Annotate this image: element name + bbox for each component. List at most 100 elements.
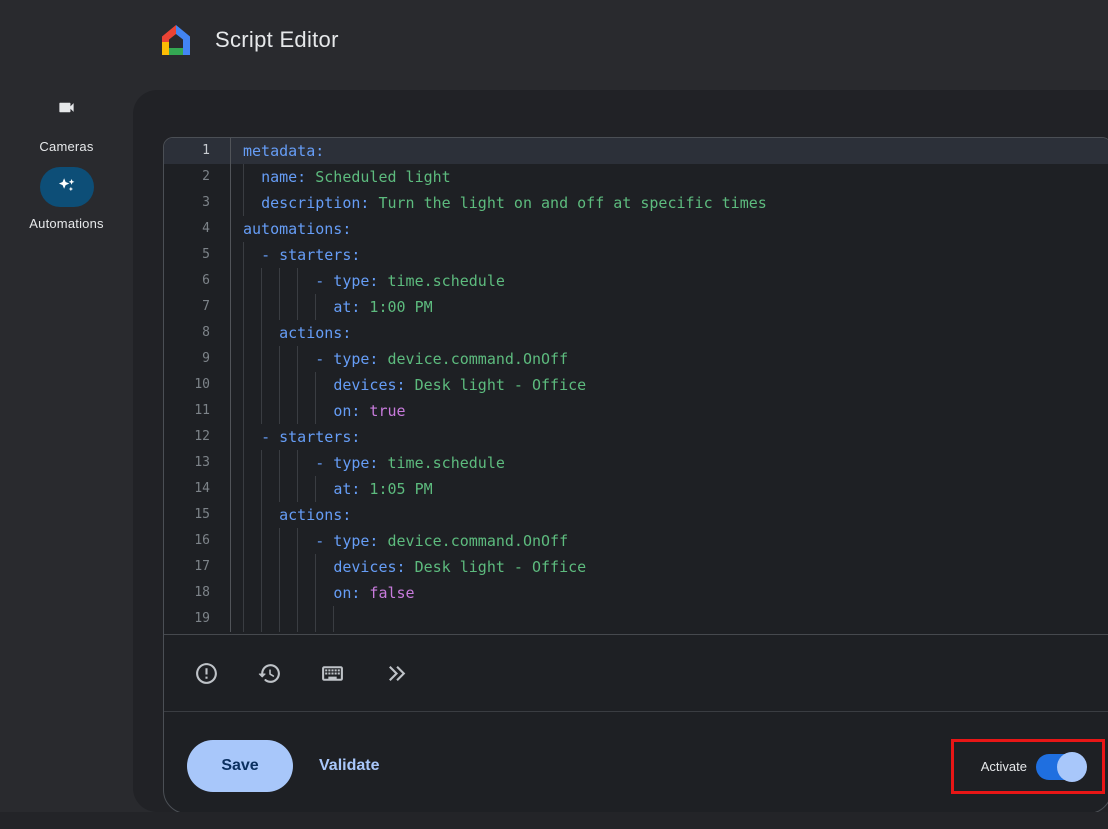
indent-guide <box>279 476 280 502</box>
line-number: 18 <box>164 580 231 606</box>
code-token: actions: <box>279 506 351 524</box>
code-token: actions: <box>279 324 351 342</box>
indent-guide <box>333 606 334 632</box>
sparkle-icon <box>56 174 77 200</box>
code-token <box>243 376 333 394</box>
code-line[interactable]: 5 - starters: <box>164 242 1108 268</box>
line-content: actions: <box>231 502 1108 528</box>
code-token: - starters: <box>261 428 360 446</box>
sidebar-item-cameras[interactable]: Cameras <box>39 90 93 154</box>
toggle-thumb <box>1057 752 1087 782</box>
code-line[interactable]: 3 description: Turn the light on and off… <box>164 190 1108 216</box>
code-token: - type: <box>315 272 378 290</box>
line-number: 16 <box>164 528 231 554</box>
code-line[interactable]: 8 actions: <box>164 320 1108 346</box>
code-token <box>243 298 333 316</box>
code-token: - starters: <box>261 246 360 264</box>
annotation-box: Activate <box>951 739 1105 794</box>
footer-strip <box>0 812 1108 829</box>
code-token <box>243 428 261 446</box>
indent-guide <box>243 528 244 554</box>
line-number: 8 <box>164 320 231 346</box>
code-line[interactable]: 11 on: true <box>164 398 1108 424</box>
indent-guide <box>261 268 262 294</box>
sidebar-item-pill <box>39 90 93 130</box>
activate-toggle[interactable] <box>1036 754 1082 780</box>
indent-guide <box>315 580 316 606</box>
indent-guide <box>243 580 244 606</box>
line-number: 6 <box>164 268 231 294</box>
code-line[interactable]: 13 - type: time.schedule <box>164 450 1108 476</box>
indent-guide <box>261 528 262 554</box>
line-number: 5 <box>164 242 231 268</box>
code-token: 1:05 PM <box>360 480 432 498</box>
indent-guide <box>279 450 280 476</box>
indent-guide <box>297 294 298 320</box>
line-number: 1 <box>164 138 231 164</box>
indent-guide <box>297 372 298 398</box>
script-container: 1metadata:2 name: Scheduled light3 descr… <box>163 137 1108 814</box>
code-line[interactable]: 14 at: 1:05 PM <box>164 476 1108 502</box>
code-token: device.command.OnOff <box>378 532 568 550</box>
indent-guide <box>243 398 244 424</box>
line-number: 15 <box>164 502 231 528</box>
line-content: devices: Desk light - Office <box>231 554 1108 580</box>
code-token: on: <box>333 584 360 602</box>
sidebar-item-label: Cameras <box>39 139 93 154</box>
indent-guide <box>315 476 316 502</box>
line-content <box>231 606 1108 632</box>
line-content: - type: time.schedule <box>231 268 1108 294</box>
line-content: - starters: <box>231 424 1108 450</box>
validate-button[interactable]: Validate <box>319 757 379 775</box>
line-content: on: false <box>231 580 1108 606</box>
code-line[interactable]: 16 - type: device.command.OnOff <box>164 528 1108 554</box>
code-line[interactable]: 1metadata: <box>164 138 1108 164</box>
indent-guide <box>315 398 316 424</box>
code-token <box>243 480 333 498</box>
code-line[interactable]: 10 devices: Desk light - Office <box>164 372 1108 398</box>
indent-guide <box>297 398 298 424</box>
save-button[interactable]: Save <box>187 740 293 792</box>
code-line[interactable]: 17 devices: Desk light - Office <box>164 554 1108 580</box>
indent-guide <box>243 372 244 398</box>
code-token: devices: <box>333 376 405 394</box>
code-line[interactable]: 4automations: <box>164 216 1108 242</box>
code-line[interactable]: 7 at: 1:00 PM <box>164 294 1108 320</box>
code-editor[interactable]: 1metadata:2 name: Scheduled light3 descr… <box>164 138 1108 635</box>
code-line[interactable]: 2 name: Scheduled light <box>164 164 1108 190</box>
code-line[interactable]: 15 actions: <box>164 502 1108 528</box>
line-content: description: Turn the light on and off a… <box>231 190 1108 216</box>
code-line[interactable]: 12 - starters: <box>164 424 1108 450</box>
editor-toolbar <box>164 635 1108 712</box>
sidebar-item-automations[interactable]: Automations <box>29 167 103 231</box>
indent-guide <box>243 554 244 580</box>
line-content: name: Scheduled light <box>231 164 1108 190</box>
code-token <box>243 168 261 186</box>
line-content: at: 1:00 PM <box>231 294 1108 320</box>
code-token: true <box>360 402 405 420</box>
line-content: at: 1:05 PM <box>231 476 1108 502</box>
code-line[interactable]: 9 - type: device.command.OnOff <box>164 346 1108 372</box>
keyboard-icon[interactable] <box>319 660 345 686</box>
indent-guide <box>261 346 262 372</box>
indent-guide <box>279 606 280 632</box>
error-icon[interactable] <box>193 660 219 686</box>
double-chevron-icon[interactable] <box>382 660 408 686</box>
code-token: 1:00 PM <box>360 298 432 316</box>
indent-guide <box>261 580 262 606</box>
code-token <box>243 402 333 420</box>
code-line[interactable]: 18 on: false <box>164 580 1108 606</box>
line-number: 3 <box>164 190 231 216</box>
code-token: devices: <box>333 558 405 576</box>
line-content: metadata: <box>231 138 1108 164</box>
indent-guide <box>297 606 298 632</box>
code-token <box>243 584 333 602</box>
history-icon[interactable] <box>256 660 282 686</box>
line-content: - type: time.schedule <box>231 450 1108 476</box>
code-line[interactable]: 19 <box>164 606 1108 632</box>
code-token: on: <box>333 402 360 420</box>
google-home-logo-icon <box>159 23 193 58</box>
code-line[interactable]: 6 - type: time.schedule <box>164 268 1108 294</box>
line-number: 4 <box>164 216 231 242</box>
line-number: 7 <box>164 294 231 320</box>
